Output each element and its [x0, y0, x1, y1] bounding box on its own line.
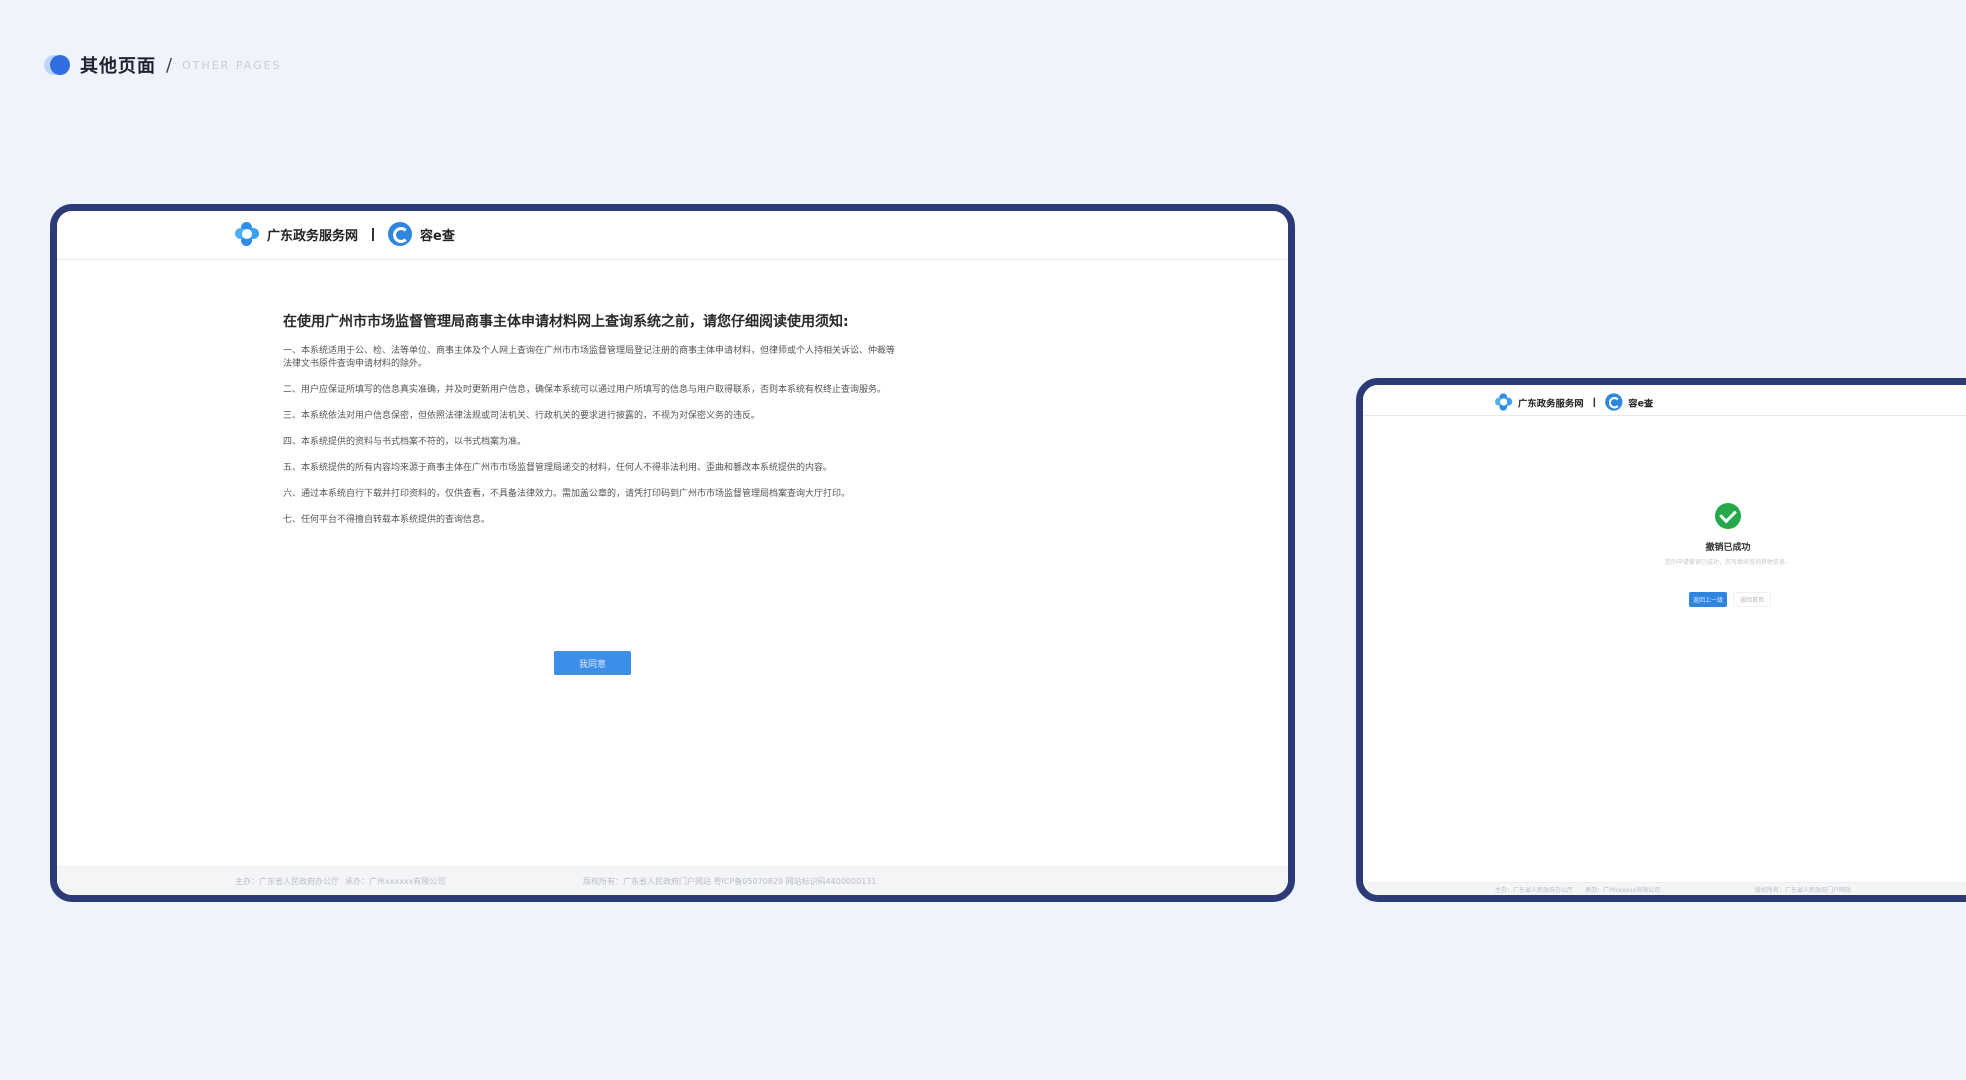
page-title: 其他页面 [80, 56, 156, 77]
back-button[interactable]: 返回上一级 [1689, 592, 1727, 607]
notice-item: 二、用户应保证所填写的信息真实准确，并及时更新用户信息，确保本系统可以通过用户所… [283, 385, 887, 395]
notice-item: 七、任何平台不得擅自转载本系统提供的查询信息。 [283, 515, 491, 525]
footer-undertaker: 承办：广州xxxxxx有限公司 [345, 877, 446, 886]
notice-list: 一、本系统适用于公、检、法等单位、商事主体及个人网上查询在广州市市场监督管理局登… [283, 345, 899, 540]
footer-sponsor: 主办：广东省人民政府办公厅 [1495, 887, 1574, 894]
site-name: 广东政务服务网 [267, 228, 359, 244]
notice-title: 在使用广州市市场监督管理局商事主体申请材料网上查询系统之前，请您仔细阅读使用须知… [283, 314, 849, 330]
gd-flower-logo-icon [235, 222, 259, 246]
success-title: 撤销已成功 [1705, 543, 1751, 553]
success-page-frame: 广东政务服务网 容e查 撤销已成功 您的申请撤销已成功，您可继续查询其他信息。 … [1356, 378, 1966, 902]
site-header: 广东政务服务网 容e查 [1363, 385, 1966, 416]
notice-item: 六、通过本系统自行下载并打印资料的，仅供查看，不具备法律效力。需加盖公章的，请凭… [283, 489, 851, 499]
notice-page-frame: 广东政务服务网 容e查 在使用广州市市场监督管理局商事主体申请材料网上查询系统之… [50, 204, 1295, 902]
notice-item: 五、本系统提供的所有内容均来源于商事主体在广州市市场监督管理局递交的材料，任何人… [283, 463, 833, 473]
rong-e-logo-icon [388, 222, 413, 246]
success-check-icon [1715, 503, 1741, 529]
success-message: 您的申请撤销已成功，您可继续查询其他信息。 [1664, 559, 1791, 566]
gd-flower-logo-icon [1495, 393, 1513, 411]
section-dot-icon [44, 55, 70, 75]
app-name: 容e查 [1628, 398, 1654, 409]
footer-copyright: 版权所有：广东省人民政府门户网站 粤ICP备05070829 网站标识码4400… [583, 877, 877, 886]
site-name: 广东政务服务网 [1518, 398, 1584, 409]
footer-sponsor: 主办：广东省人民政府办公厅 [235, 877, 339, 886]
home-button[interactable]: 返回首页 [1733, 592, 1771, 607]
logo-divider [1593, 397, 1596, 407]
notice-item: 四、本系统提供的资料与书式档案不符的，以书式档案为准。 [283, 437, 527, 447]
page-subtitle: OTHER PAGES [182, 58, 282, 72]
page-header: 其他页面 / OTHER PAGES [44, 52, 282, 78]
notice-item: 一、本系统适用于公、检、法等单位、商事主体及个人网上查询在广州市市场监督管理局登… [283, 346, 896, 369]
site-logo[interactable]: 广东政务服务网 容e查 [1495, 393, 1654, 411]
site-footer: 主办：广东省人民政府办公厅 承办：广州xxxxxx有限公司 版权所有：广东省人民… [57, 866, 1288, 895]
footer-undertaker: 承办：广州xxxxxx有限公司 [1585, 887, 1661, 894]
logo-divider [372, 227, 375, 241]
footer-copyright: 版权所有：广东省人民政府门户网站 [1755, 887, 1852, 894]
agree-button[interactable]: 我同意 [554, 651, 631, 675]
rong-e-logo-icon [1605, 393, 1623, 411]
app-name: 容e查 [420, 228, 455, 244]
site-footer: 主办：广东省人民政府办公厅 承办：广州xxxxxx有限公司 版权所有：广东省人民… [1363, 882, 1966, 895]
title-separator: / [166, 54, 173, 76]
notice-item: 三、本系统依法对用户信息保密，但依照法律法规或司法机关、行政机关的要求进行披露的… [283, 411, 761, 421]
site-header: 广东政务服务网 容e查 [57, 211, 1288, 260]
site-logo[interactable]: 广东政务服务网 容e查 [235, 222, 455, 246]
